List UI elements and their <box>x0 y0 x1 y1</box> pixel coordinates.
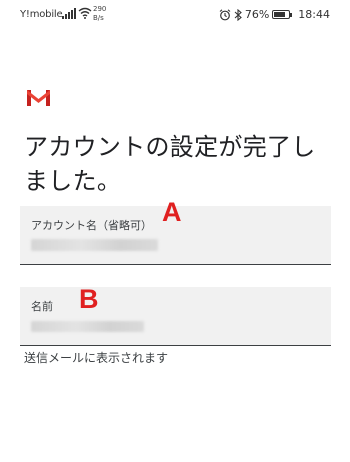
battery-icon <box>272 10 293 19</box>
network-speed: 290 B/s <box>93 5 107 22</box>
name-helper-text: 送信メールに表示されます <box>24 351 169 365</box>
name-value-blurred[interactable] <box>31 321 144 332</box>
status-bar: Y!mobile 290 B/s 76% 18:44 <box>0 0 350 30</box>
carrier-label: Y!mobile <box>20 9 63 20</box>
name-field[interactable]: 名前 <box>20 287 331 346</box>
annotation-marker-a: A <box>162 197 182 227</box>
alarm-icon <box>219 8 231 20</box>
account-name-value-blurred[interactable] <box>31 239 158 251</box>
battery-percent: 76% <box>244 8 270 21</box>
wifi-icon <box>78 7 92 19</box>
clock-time: 18:44 <box>298 8 330 21</box>
signal-icon <box>62 8 76 19</box>
bluetooth-icon <box>234 8 242 21</box>
status-right: 76% 18:44 <box>219 8 330 21</box>
annotation-marker-b: B <box>79 284 99 314</box>
setup-complete-title: アカウントの設定が完了しました。 <box>24 133 316 195</box>
account-name-label: アカウント名（省略可） <box>31 219 152 232</box>
gmail-logo-icon <box>27 90 50 106</box>
name-label: 名前 <box>31 300 53 313</box>
